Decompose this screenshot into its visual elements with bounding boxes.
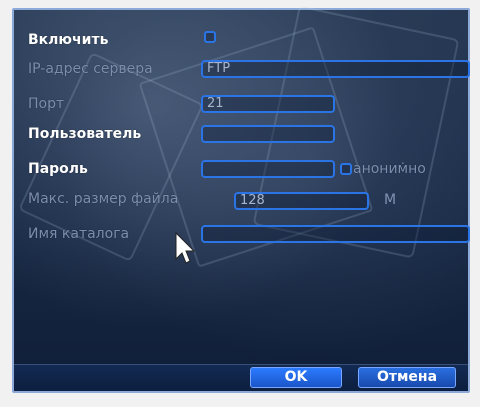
max-file-size-value: 128: [240, 193, 265, 208]
port-label: Порт: [28, 96, 65, 112]
port-value: 21: [207, 96, 224, 111]
max-file-size-field[interactable]: 128: [234, 192, 369, 210]
max-file-size-label: Макс. размер файла: [28, 191, 179, 207]
enable-label: Включить: [28, 32, 109, 48]
server-ip-value: FTP: [207, 61, 231, 76]
port-field[interactable]: 21: [201, 95, 335, 113]
ok-button[interactable]: OK: [250, 367, 342, 388]
anonymous-label: аноним̇но: [353, 161, 426, 177]
server-ip-field[interactable]: FTP: [201, 60, 470, 78]
max-file-size-unit: М: [384, 192, 397, 208]
ftp-settings-dialog: Включить IP-адрес сервера FTP Порт 21 По…: [12, 5, 470, 393]
folder-name-field[interactable]: [201, 225, 470, 243]
server-ip-label: IP-адрес сервера: [28, 61, 153, 77]
anonymous-checkbox[interactable]: [340, 163, 352, 175]
user-field[interactable]: [201, 125, 335, 143]
folder-name-label: Имя каталога: [28, 226, 130, 242]
password-label: Пароль: [28, 161, 88, 177]
dialog-button-bar: OK Отмена: [14, 364, 468, 391]
mouse-cursor-icon: [175, 231, 196, 264]
enable-checkbox[interactable]: [204, 31, 216, 43]
user-label: Пользователь: [28, 126, 142, 142]
password-field[interactable]: [201, 160, 335, 178]
cancel-button[interactable]: Отмена: [358, 367, 456, 388]
